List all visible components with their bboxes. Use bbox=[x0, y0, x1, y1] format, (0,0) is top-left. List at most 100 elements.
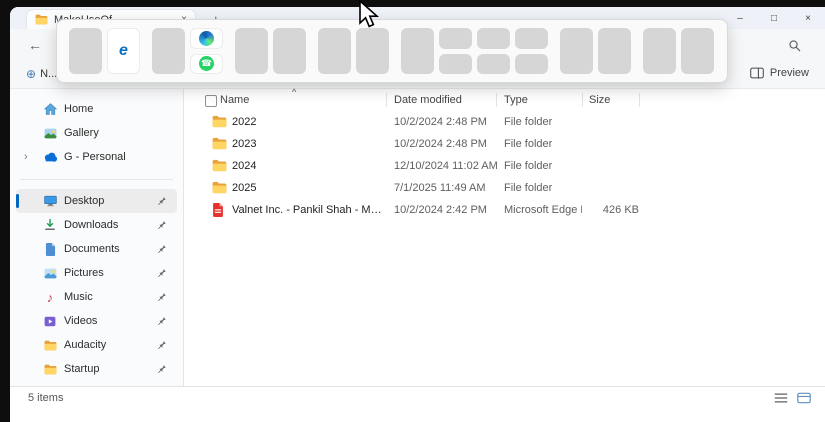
maximize-button[interactable]: □ bbox=[757, 7, 791, 29]
flyout-group bbox=[401, 28, 548, 74]
pictures-icon bbox=[42, 268, 58, 279]
sidebar-item-label: Documents bbox=[64, 243, 120, 255]
file-row[interactable]: 2022 10/2/2024 2:48 PM File folder bbox=[184, 111, 825, 133]
column-divider[interactable] bbox=[639, 93, 640, 107]
file-name: 2025 bbox=[232, 182, 256, 194]
sidebar-item-videos[interactable]: Videos bbox=[16, 309, 177, 333]
file-date: 12/10/2024 11:02 AM bbox=[394, 160, 498, 172]
preview-pane-icon bbox=[750, 67, 764, 79]
home-icon bbox=[42, 103, 58, 115]
column-header-date-modified[interactable]: Date modified bbox=[394, 94, 462, 106]
file-type: File folder bbox=[504, 138, 552, 150]
search-icon[interactable] bbox=[788, 39, 801, 57]
sidebar-item-startup[interactable]: Startup bbox=[16, 357, 177, 381]
pin-icon bbox=[157, 292, 167, 305]
main-content: Home Gallery › G - Personal Desktop Down… bbox=[10, 89, 825, 386]
flyout-tile[interactable] bbox=[318, 28, 351, 74]
sort-ascending-icon: ^ bbox=[292, 87, 296, 97]
file-date: 7/1/2025 11:49 AM bbox=[394, 182, 486, 194]
column-divider[interactable] bbox=[582, 93, 583, 107]
pin-icon bbox=[157, 316, 167, 329]
file-row[interactable]: Valnet Inc. - Pankil Shah - Master Freel… bbox=[184, 199, 825, 221]
file-type: Microsoft Edge PD... bbox=[504, 204, 582, 216]
sidebar-item-label: Audacity bbox=[64, 339, 106, 351]
large-icons-view-icon[interactable] bbox=[797, 391, 811, 409]
sidebar-item-label: Pictures bbox=[64, 267, 104, 279]
flyout-tile[interactable] bbox=[643, 28, 676, 74]
details-view-icon[interactable] bbox=[774, 391, 788, 409]
flyout-tile[interactable] bbox=[477, 54, 510, 75]
edge-legacy-icon[interactable]: e bbox=[107, 28, 140, 74]
file-type: File folder bbox=[504, 160, 552, 172]
flyout-tile[interactable] bbox=[477, 28, 510, 49]
back-button[interactable]: ← bbox=[28, 37, 42, 53]
flyout-group bbox=[643, 28, 714, 74]
whatsapp-icon[interactable]: ☎ bbox=[190, 54, 223, 75]
sidebar-item-home[interactable]: Home bbox=[16, 97, 177, 121]
flyout-group bbox=[318, 28, 389, 74]
new-button[interactable]: ⊕ N... bbox=[26, 67, 57, 81]
flyout-tile[interactable] bbox=[439, 54, 472, 75]
flyout-tile[interactable] bbox=[681, 28, 714, 74]
music-note-icon: ♪ bbox=[42, 291, 58, 304]
column-header-type[interactable]: Type bbox=[504, 94, 528, 106]
column-header-name[interactable]: Name bbox=[220, 94, 249, 106]
flyout-tile[interactable] bbox=[273, 28, 306, 74]
column-headers: ^ Name Date modified Type Size bbox=[184, 89, 825, 111]
sidebar-item-documents[interactable]: Documents bbox=[16, 237, 177, 261]
videos-icon bbox=[42, 316, 58, 327]
sidebar-item-label: Downloads bbox=[64, 219, 118, 231]
sidebar-item-music[interactable]: ♪ Music bbox=[16, 285, 177, 309]
file-type: File folder bbox=[504, 182, 552, 194]
flyout-tile[interactable] bbox=[235, 28, 268, 74]
downloads-icon bbox=[42, 219, 58, 231]
preview-toggle[interactable]: Preview bbox=[750, 67, 809, 79]
file-date: 10/2/2024 2:42 PM bbox=[394, 204, 487, 216]
column-divider[interactable] bbox=[496, 93, 497, 107]
flyout-tile[interactable] bbox=[356, 28, 389, 74]
sidebar-item-desktop[interactable]: Desktop bbox=[16, 189, 177, 213]
view-toggles bbox=[774, 391, 811, 409]
onedrive-cloud-icon bbox=[42, 152, 58, 162]
file-name: 2022 bbox=[232, 116, 256, 128]
flyout-tile[interactable] bbox=[515, 28, 548, 49]
flyout-tile[interactable] bbox=[69, 28, 102, 74]
flyout-tile[interactable] bbox=[560, 28, 593, 74]
edge-chromium-icon[interactable] bbox=[190, 28, 223, 49]
folder-icon bbox=[42, 340, 58, 351]
file-date: 10/2/2024 2:48 PM bbox=[394, 138, 487, 150]
sidebar-item-label: Gallery bbox=[64, 127, 99, 139]
chevron-right-icon[interactable]: › bbox=[24, 151, 28, 163]
file-row[interactable]: 2025 7/1/2025 11:49 AM File folder bbox=[184, 177, 825, 199]
sidebar-item-pictures[interactable]: Pictures bbox=[16, 261, 177, 285]
sidebar-item-label: G - Personal bbox=[64, 151, 126, 163]
pin-icon bbox=[157, 196, 167, 209]
flyout-tile[interactable] bbox=[152, 28, 185, 74]
close-button[interactable]: × bbox=[791, 7, 825, 29]
sidebar-item-label: Videos bbox=[64, 315, 97, 327]
sidebar-item-onedrive-personal[interactable]: › G - Personal bbox=[16, 145, 177, 169]
file-row[interactable]: 2023 10/2/2024 2:48 PM File folder bbox=[184, 133, 825, 155]
sidebar-item-gallery[interactable]: Gallery bbox=[16, 121, 177, 145]
sidebar-item-audacity[interactable]: Audacity bbox=[16, 333, 177, 357]
toolbar-flyout-panel: e ☎ bbox=[56, 19, 728, 83]
flyout-tile[interactable] bbox=[401, 28, 434, 74]
flyout-tile[interactable] bbox=[598, 28, 631, 74]
flyout-tile[interactable] bbox=[439, 28, 472, 49]
file-row[interactable]: 2024 12/10/2024 11:02 AM File folder bbox=[184, 155, 825, 177]
desktop-icon bbox=[42, 195, 58, 207]
sidebar-item-label: Music bbox=[64, 291, 93, 303]
pin-icon bbox=[157, 268, 167, 281]
minimize-button[interactable]: – bbox=[723, 7, 757, 29]
documents-icon bbox=[42, 243, 58, 256]
sidebar-divider bbox=[20, 179, 173, 180]
file-type: File folder bbox=[504, 116, 552, 128]
flyout-tile[interactable] bbox=[515, 54, 548, 75]
select-all-checkbox[interactable] bbox=[205, 95, 217, 107]
flyout-group bbox=[235, 28, 306, 74]
flyout-group: ☎ bbox=[152, 28, 223, 74]
pin-icon bbox=[157, 220, 167, 233]
sidebar-item-downloads[interactable]: Downloads bbox=[16, 213, 177, 237]
column-header-size[interactable]: Size bbox=[589, 94, 610, 106]
column-divider[interactable] bbox=[386, 93, 387, 107]
